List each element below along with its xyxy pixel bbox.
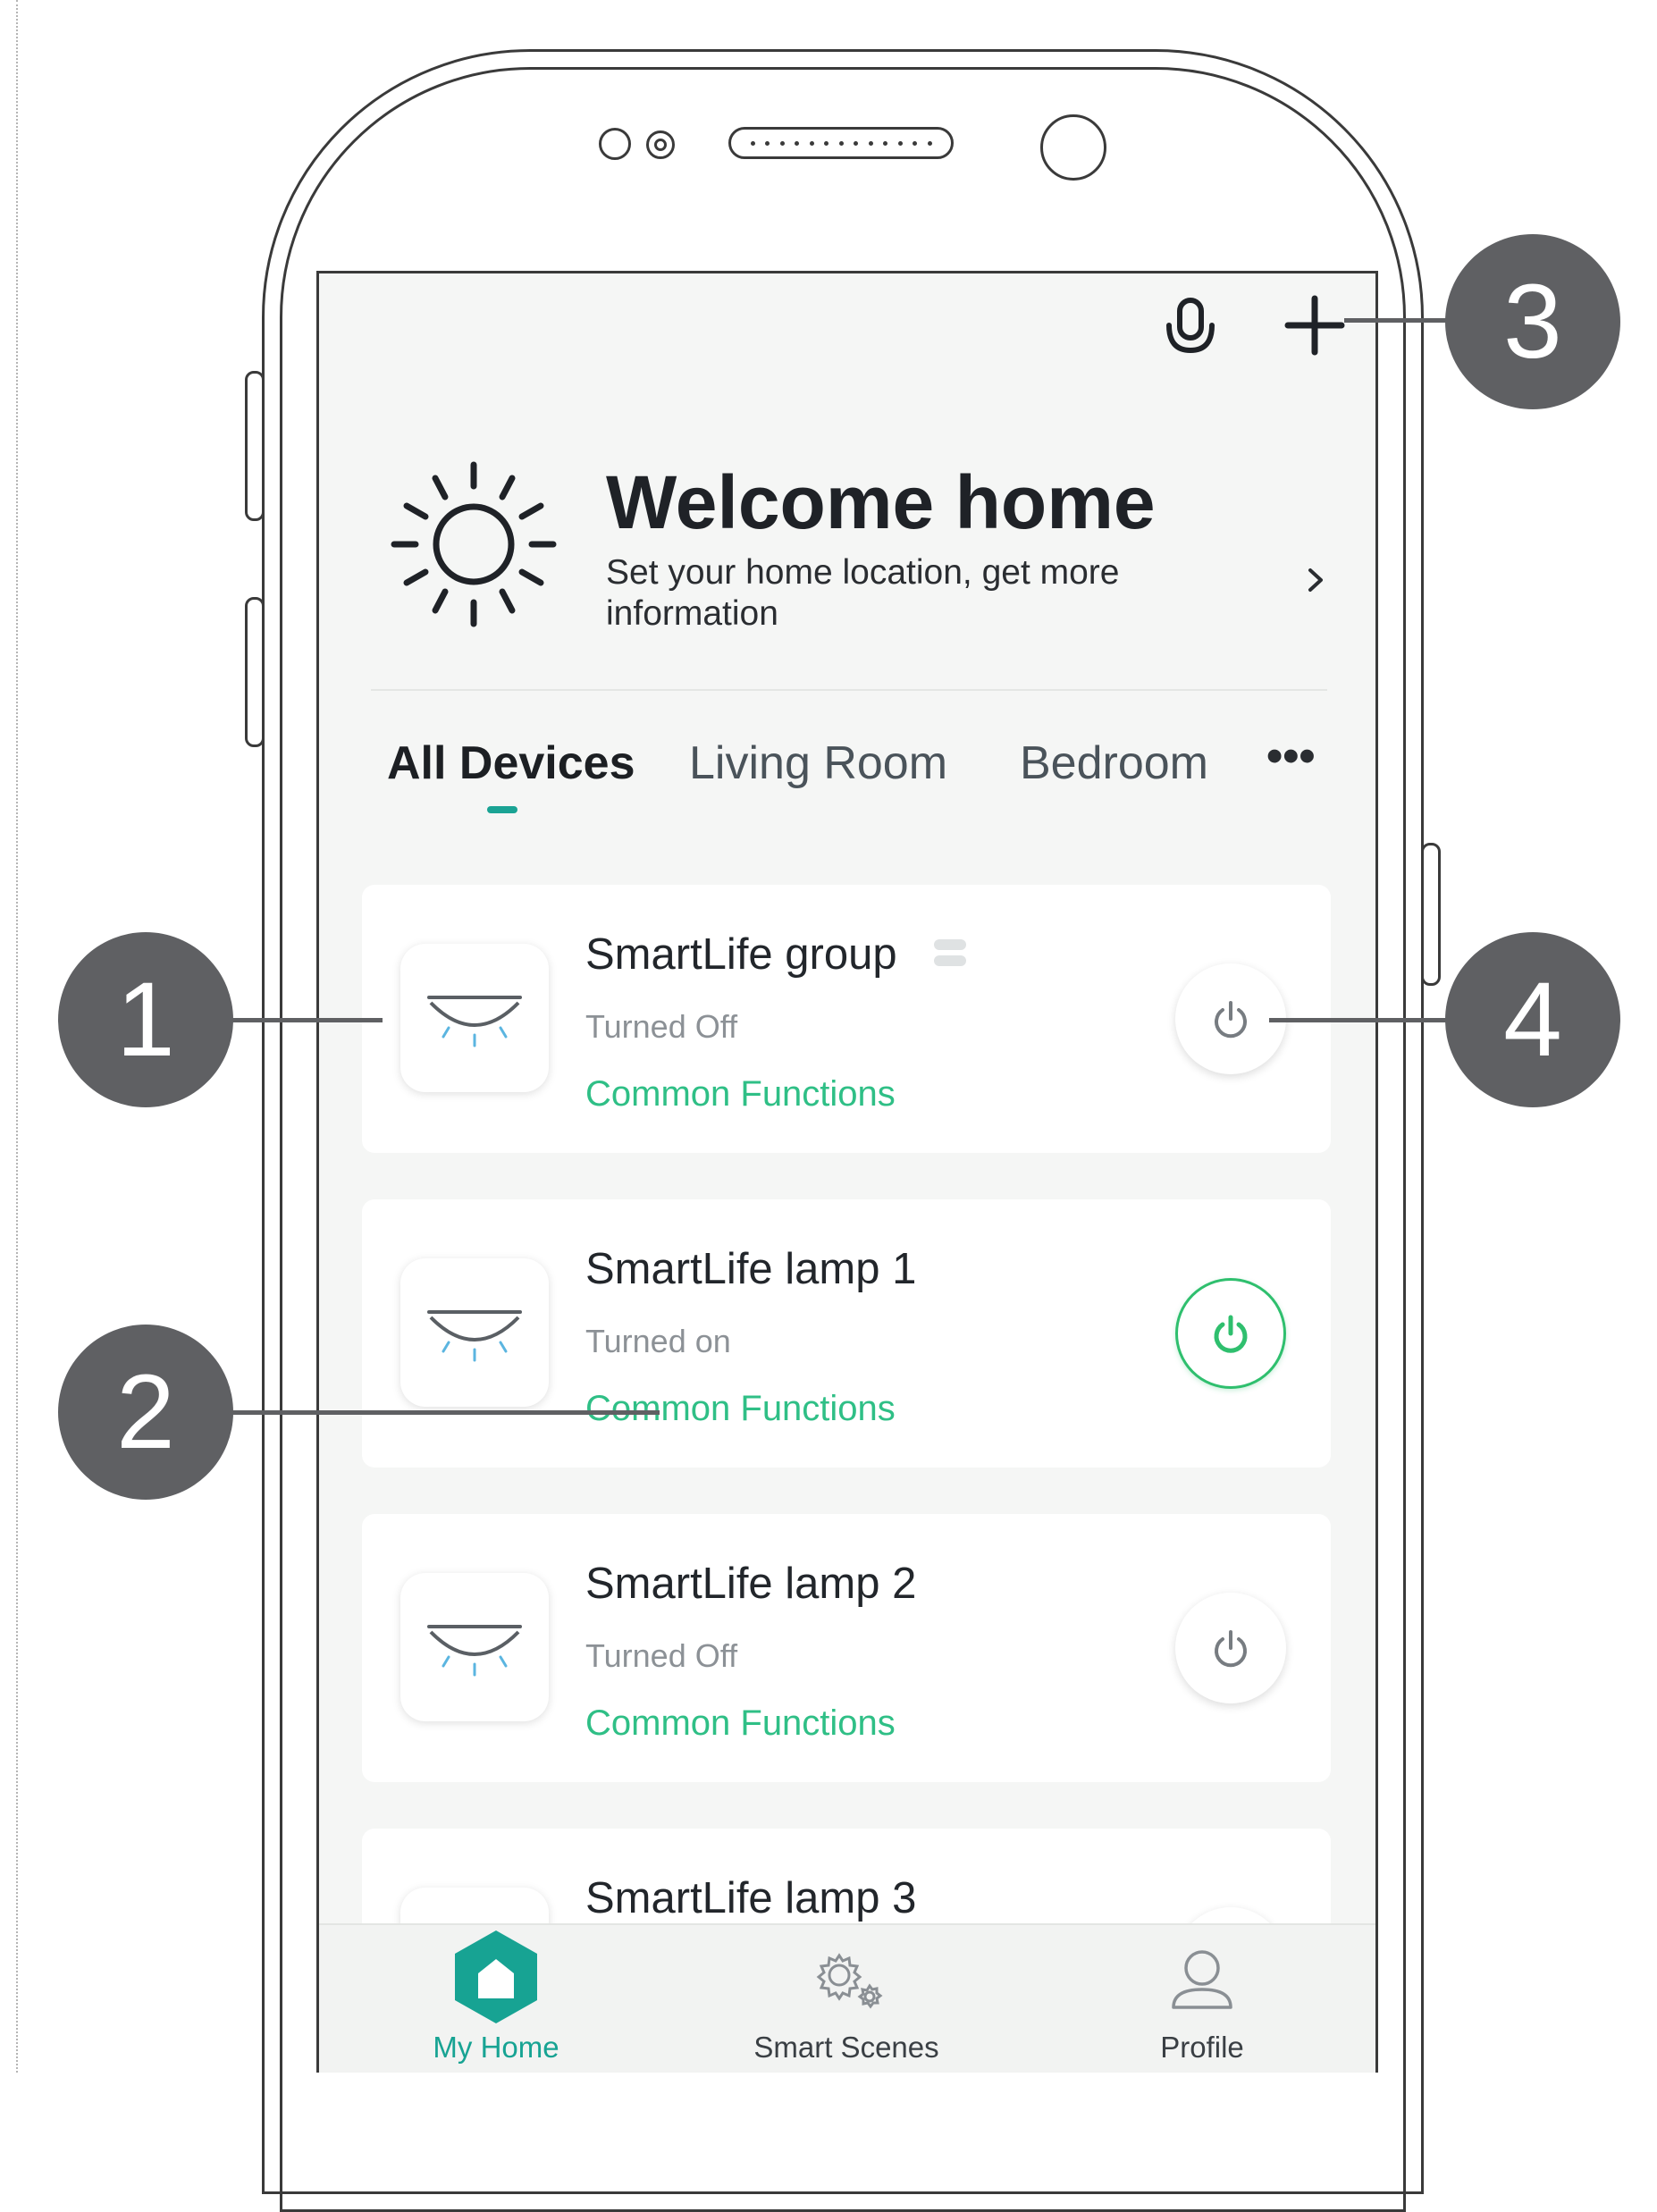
device-status: Turned Off: [585, 1008, 738, 1045]
tab-all-devices[interactable]: All Devices: [387, 736, 635, 790]
callout-3: 3: [1445, 234, 1620, 409]
volume-down-button: [245, 597, 265, 747]
nav-profile[interactable]: Profile: [1140, 2031, 1265, 2065]
device-icon-box[interactable]: [400, 1573, 549, 1721]
ceiling-lamp-icon: [427, 996, 522, 1047]
active-tab-indicator: [487, 806, 517, 813]
common-functions-link[interactable]: Common Functions: [585, 1703, 896, 1744]
front-camera: [1040, 114, 1106, 181]
power-toggle-button[interactable]: [1175, 1593, 1286, 1703]
callout-3-leader: [1344, 318, 1451, 323]
callout-1: 1: [58, 932, 233, 1107]
device-status: Turned on: [585, 1323, 731, 1359]
welcome-title: Welcome home: [606, 460, 1156, 544]
nav-smart-scenes[interactable]: Smart Scenes: [748, 2031, 945, 2065]
common-functions-link[interactable]: Common Functions: [585, 1074, 896, 1114]
device-card-smartlife-lamp-1[interactable]: SmartLife lamp 1 Turned on Common Functi…: [362, 1199, 1331, 1468]
sensor-ring: [646, 130, 675, 159]
volume-up-button: [245, 371, 265, 521]
section-divider: [371, 689, 1327, 691]
power-side-button: [1421, 843, 1441, 986]
microphone-icon[interactable]: [1159, 293, 1222, 361]
more-tabs-button[interactable]: •••: [1266, 729, 1316, 783]
power-icon: [1215, 1630, 1247, 1668]
device-name: SmartLife lamp 3: [585, 1874, 917, 1922]
callout-4: 4: [1445, 932, 1620, 1107]
callout-2: 2: [58, 1325, 233, 1500]
welcome-subtitle[interactable]: Set your home location, get more informa…: [606, 552, 1178, 635]
device-name: SmartLife group: [585, 930, 897, 979]
plus-icon[interactable]: [1283, 293, 1347, 357]
callout-4-leader: [1269, 1018, 1452, 1022]
device-status: Turned Off: [585, 1637, 738, 1674]
group-icon: [934, 939, 966, 966]
power-icon: [1214, 1315, 1248, 1353]
nav-my-home[interactable]: My Home: [426, 2031, 566, 2065]
device-icon-box[interactable]: [400, 1258, 549, 1407]
ceiling-lamp-icon: [427, 1625, 522, 1677]
callout-2-leader: [231, 1410, 660, 1415]
sensor-dot: [599, 128, 631, 160]
page-margin-line: [16, 0, 18, 2073]
bottom-navigation: My Home Smart Scenes Profile: [319, 1923, 1375, 2073]
common-functions-link[interactable]: Common Functions: [585, 1389, 896, 1429]
callout-1-leader: [231, 1018, 383, 1022]
app-screen: Welcome home Set your home location, get…: [316, 271, 1378, 2073]
device-icon-box[interactable]: [400, 944, 549, 1092]
home-tab-icon[interactable]: [450, 1927, 543, 2027]
device-card-smartlife-group[interactable]: SmartLife group Turned Off Common Functi…: [362, 885, 1331, 1153]
profile-icon[interactable]: [1166, 1945, 1238, 2016]
earpiece-speaker: [728, 127, 954, 159]
chevron-right-icon[interactable]: [1302, 567, 1329, 593]
power-toggle-button[interactable]: [1175, 1278, 1286, 1389]
tab-living-room[interactable]: Living Room: [689, 736, 947, 790]
smart-scenes-icon[interactable]: [809, 1945, 889, 2016]
device-name: SmartLife lamp 2: [585, 1560, 917, 1608]
sun-icon: [391, 461, 557, 627]
device-name: SmartLife lamp 1: [585, 1245, 917, 1293]
device-card-smartlife-lamp-2[interactable]: SmartLife lamp 2 Turned Off Common Funct…: [362, 1514, 1331, 1782]
tab-bedroom[interactable]: Bedroom: [1020, 736, 1208, 790]
power-icon: [1215, 1001, 1247, 1039]
ceiling-lamp-icon: [427, 1310, 522, 1362]
